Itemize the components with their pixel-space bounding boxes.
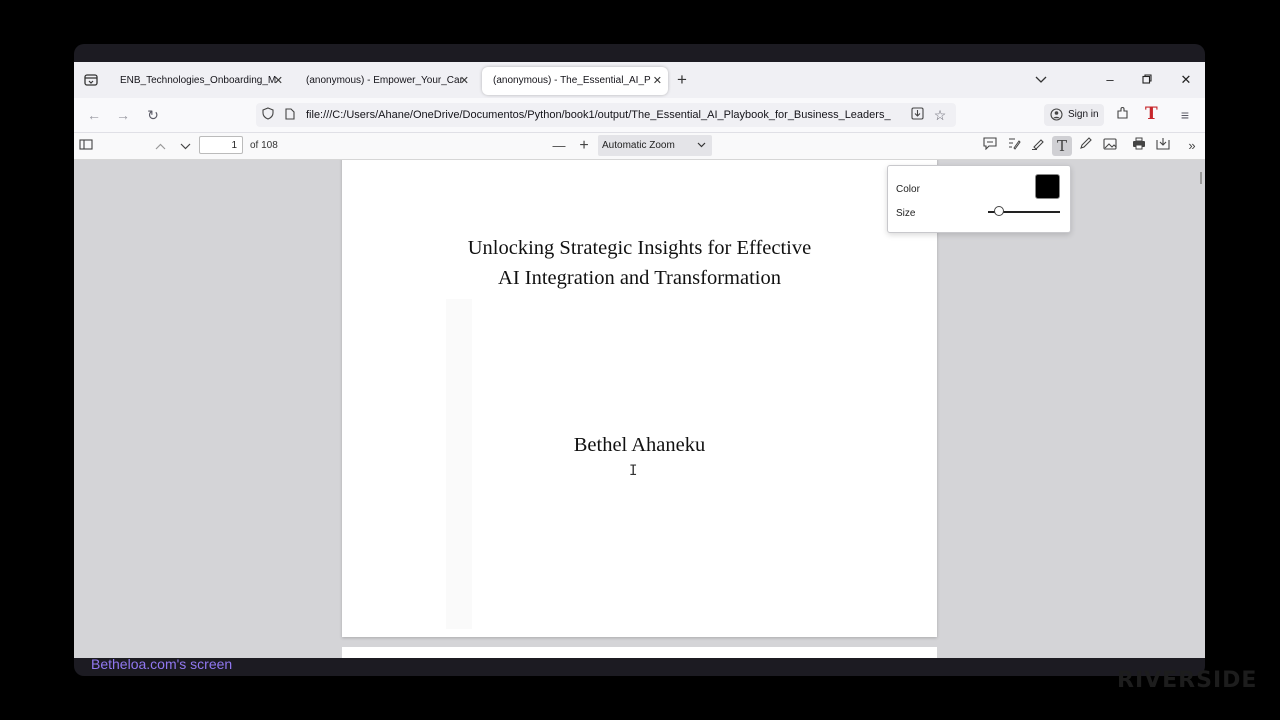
page-count-label: of 108 [250,140,278,151]
previous-page-icon[interactable] [150,136,170,156]
sign-in-button[interactable]: Sign in [1044,104,1104,126]
document-title-line-2: AI Integration and Transformation [498,267,781,289]
page-number-input[interactable]: 1 [199,136,243,154]
minimize-icon[interactable]: – [1100,70,1120,90]
browser-window: ENB_Technologies_Onboarding_Ma ✕ (anonym… [74,62,1205,672]
sidebar-toggle-icon[interactable] [76,136,96,156]
zoom-out-icon[interactable]: — [549,136,569,156]
document-title: Unlocking Strategic Insights for Effecti… [342,233,937,293]
url-bar[interactable]: file:///C:/Users/Ahane/OneDrive/Document… [256,103,956,127]
tab-essential-ai-playbook[interactable]: (anonymous) - The_Essential_AI_Pla ✕ [482,67,668,95]
document-title-line-1: Unlocking Strategic Insights for Effecti… [467,237,812,259]
highlight-icon[interactable] [1028,136,1048,156]
pdf-toolbar: 1 of 108 — + Automatic Zoom T » [74,133,1205,160]
text-cursor-icon: I [629,463,638,479]
tab-list-button[interactable] [81,70,101,90]
new-tab-icon[interactable]: + [677,70,687,90]
sign-in-label: Sign in [1068,109,1099,120]
close-icon[interactable]: ✕ [274,67,283,95]
tab-empower[interactable]: (anonymous) - Empower_Your_Care ✕ [295,67,475,95]
account-icon [1050,108,1063,130]
forward-icon[interactable]: → [113,105,133,125]
tab-onboarding[interactable]: ENB_Technologies_Onboarding_Ma ✕ [109,67,289,95]
zoom-select-value: Automatic Zoom [602,140,675,151]
text-icon[interactable]: T [1052,136,1072,156]
zoom-in-icon[interactable]: + [574,136,594,156]
tab-strip: ENB_Technologies_Onboarding_Ma ✕ (anonym… [74,62,1205,98]
close-window-icon[interactable]: ✕ [1176,70,1196,90]
document-author: Bethel Ahaneku [573,434,706,456]
color-label: Color [896,184,920,195]
reload-icon[interactable]: ↻ [143,105,163,125]
size-label: Size [896,208,916,219]
menu-icon[interactable]: ≡ [1175,105,1195,125]
tab-title: (anonymous) - Empower_Your_Care [306,75,462,86]
zoom-select[interactable]: Automatic Zoom [598,135,712,156]
restore-icon[interactable] [1137,70,1157,90]
next-page-icon[interactable] [175,136,195,156]
tab-title: ENB_Technologies_Onboarding_Ma [120,75,276,86]
size-slider-thumb[interactable] [994,206,1005,216]
t-extension-icon[interactable]: T [1145,104,1158,124]
close-icon[interactable]: ✕ [460,67,469,95]
color-swatch[interactable] [1035,174,1060,199]
pdf-page[interactable]: Unlocking Strategic Insights for Effecti… [342,160,937,637]
tab-title: (anonymous) - The_Essential_AI_Pla [493,75,651,86]
text-editor-popup: Color Size [887,165,1071,233]
more-tools-icon[interactable]: » [1182,136,1202,156]
back-icon[interactable]: ← [84,105,104,125]
document-viewer[interactable]: Unlocking Strategic Insights for Effecti… [74,160,1205,658]
recording-frame: ENB_Technologies_Onboarding_Ma ✕ (anonym… [74,44,1205,676]
save-icon[interactable] [1153,136,1173,156]
bookmark-star-icon[interactable]: ☆ [930,105,950,125]
image-icon[interactable] [1100,136,1120,156]
shield-icon[interactable] [258,105,278,125]
tab-list-icon [84,74,98,86]
screen-share-label: Betheloa.com's screen [91,656,233,672]
url-text[interactable]: file:///C:/Users/Ahane/OneDrive/Document… [306,103,904,127]
pdf-page-next[interactable] [342,647,937,658]
chevron-down-icon [697,135,706,156]
page-icon[interactable] [280,105,300,125]
draw-icon[interactable] [1076,136,1096,156]
page-artifact [446,299,472,629]
navigation-bar: ← → ↻ file:///C:/Users/Ahane/OneDrive/Do… [74,98,1205,133]
signature-icon[interactable] [1004,136,1024,156]
extensions-icon[interactable] [1113,105,1133,125]
comment-icon[interactable] [980,136,1000,156]
scrollbar[interactable] [1200,172,1202,184]
riverside-watermark: RIVERSIDE [1117,668,1258,693]
chevron-down-icon[interactable] [1031,70,1051,90]
download-icon[interactable] [907,105,927,125]
close-icon[interactable]: ✕ [653,67,662,95]
print-icon[interactable] [1129,136,1149,156]
